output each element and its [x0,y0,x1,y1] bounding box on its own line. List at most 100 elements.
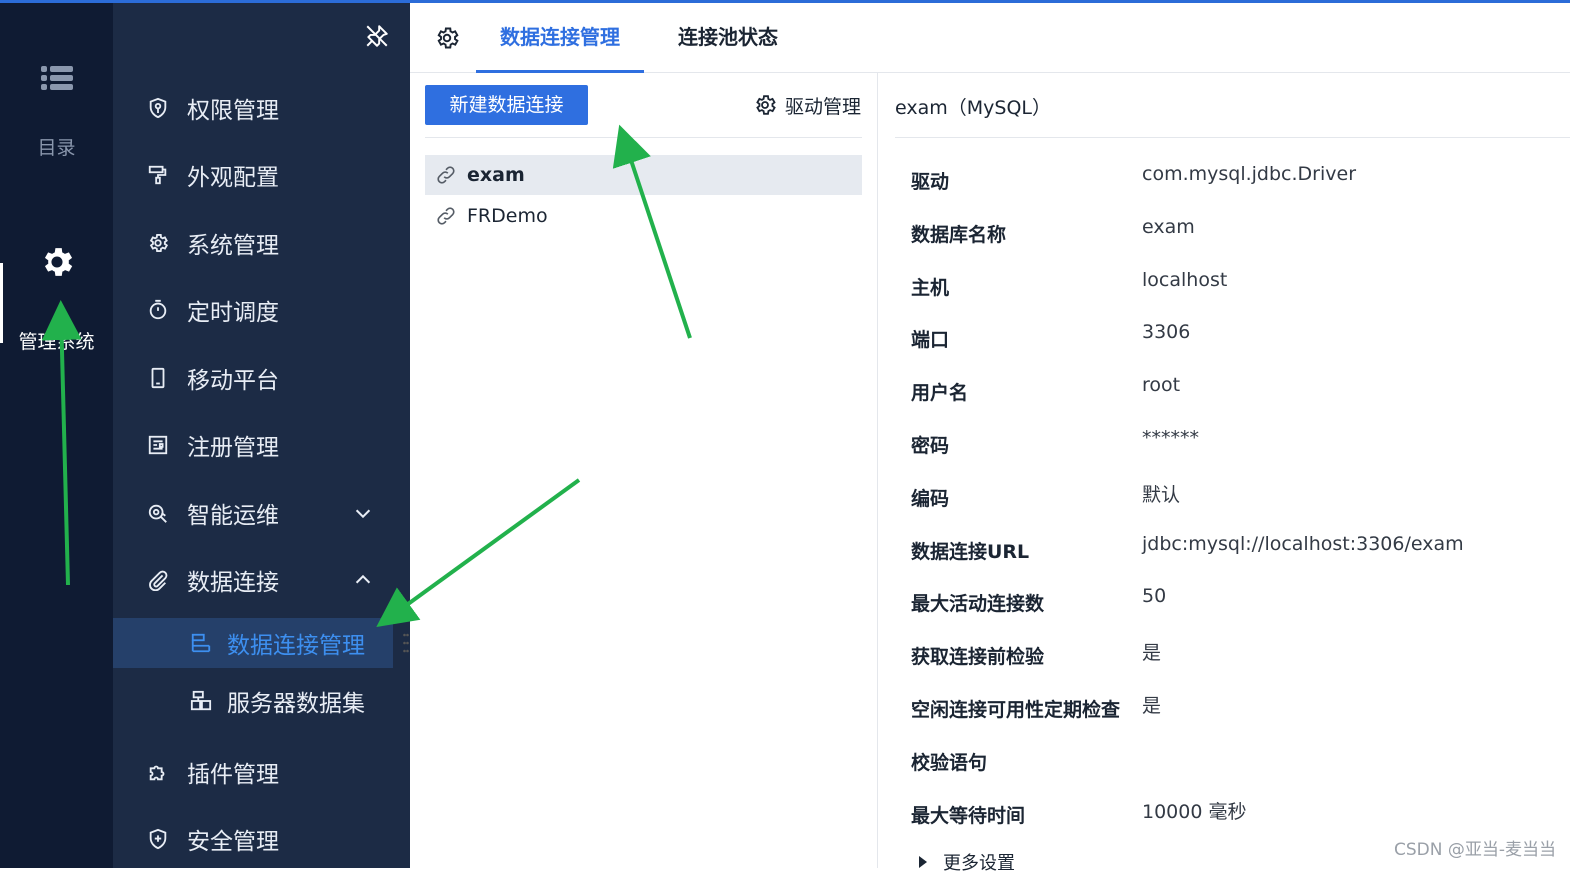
mobile-icon [145,365,171,391]
connection-item-exam[interactable]: exam [425,155,862,195]
field-label: 编码 [911,484,949,511]
field-label: 主机 [911,273,949,300]
field-label: 用户名 [911,378,968,405]
divider [895,137,1570,138]
field-url: 数据连接URLjdbc:mysql://localhost:3306/exam [911,537,1551,567]
connection-item-frdemo[interactable]: FRDemo [425,196,862,236]
field-username: 用户名root [911,378,1551,408]
sidebar-item-appearance[interactable]: 外观配置 [113,150,410,200]
sidebar-item-security[interactable]: 安全管理 [113,814,410,864]
rail-item-management[interactable]: 管理系统 [0,243,113,354]
puzzle-icon [145,759,171,785]
field-label: 空闲连接可用性定期检查 [911,695,1120,722]
gear-icon[interactable] [434,25,460,51]
rail-item-label: 管理系统 [0,327,113,354]
gear-icon [145,230,171,256]
sidebar-menu: 权限管理 外观配置 系统管理 定时调度 移动平台 注册管理 智能 [113,3,410,868]
gear-icon [38,243,76,281]
field-value: 10000 毫秒 [1142,797,1246,824]
field-label: 驱动 [911,167,949,194]
field-max-active: 最大活动连接数50 [911,589,1551,619]
field-value: ****** [1142,427,1199,449]
shield-plus-icon [145,826,171,852]
caret-right-icon [919,856,927,868]
register-icon [145,432,171,458]
sidebar-item-label: 系统管理 [187,226,279,260]
stopwatch-icon [145,297,171,323]
field-label: 校验语句 [911,748,987,775]
chevron-down-icon[interactable] [352,502,374,524]
connection-name: exam [467,164,525,186]
shield-key-icon [145,95,171,121]
divider [425,137,862,138]
sidebar-item-label: 定时调度 [187,293,279,327]
database-list-icon [189,631,213,655]
chevron-up-icon[interactable] [352,569,374,591]
field-value: exam [1142,216,1195,238]
sidebar-item-schedule[interactable]: 定时调度 [113,285,410,335]
rail-item-directory[interactable]: 目录 [0,63,113,160]
more-settings-toggle[interactable]: 更多设置 [919,849,1015,875]
field-value: com.mysql.jdbc.Driver [1142,163,1356,185]
connection-list-panel: 新建数据连接 驱动管理 exam FRDemo [410,73,878,868]
field-label: 密码 [911,431,949,458]
sidebar-subitem-label: 数据连接管理 [227,626,365,660]
sidebar-item-label: 数据连接 [187,563,279,597]
field-value: root [1142,374,1180,396]
sidebar-item-system[interactable]: 系统管理 [113,218,410,268]
sidebar-item-ops[interactable]: 智能运维 [113,488,410,538]
field-max-wait: 最大等待时间10000 毫秒 [911,801,1551,831]
paint-roller-icon [145,162,171,188]
list-icon [39,63,75,93]
sidebar-item-label: 插件管理 [187,755,279,789]
tab-data-connection-management[interactable]: 数据连接管理 [476,3,644,73]
sidebar-item-data-connection[interactable]: 数据连接 [113,555,410,605]
sidebar-item-label: 智能运维 [187,496,279,530]
field-test-while-idle: 空闲连接可用性定期检查是 [911,695,1551,725]
field-label: 数据连接URL [911,537,1029,564]
more-settings-label: 更多设置 [943,849,1015,875]
sidebar-item-mobile[interactable]: 移动平台 [113,353,410,403]
watermark: CSDN @亚当-麦当当 [1394,835,1556,860]
field-host: 主机localhost [911,273,1551,303]
field-label: 数据库名称 [911,220,1006,247]
sidebar-subitem-data-connection-management[interactable]: 数据连接管理 [113,618,393,668]
field-database-name: 数据库名称exam [911,220,1551,250]
server-dataset-icon [189,689,213,713]
driver-management-label: 驱动管理 [785,92,861,119]
field-value: 是 [1142,691,1161,718]
sidebar-item-plugins[interactable]: 插件管理 [113,747,410,797]
gear-icon [753,93,777,117]
field-label: 获取连接前检验 [911,642,1044,669]
sidebar-item-permission[interactable]: 权限管理 [113,83,410,133]
sidebar-item-register[interactable]: 注册管理 [113,420,410,470]
detail-title: exam（MySQL） [895,93,1051,120]
field-label: 最大活动连接数 [911,589,1044,616]
tab-connection-pool-status[interactable]: 连接池状态 [660,3,796,73]
sidebar-subitem-server-dataset[interactable]: 服务器数据集 [113,676,393,726]
field-encoding: 编码默认 [911,484,1551,514]
field-driver: 驱动com.mysql.jdbc.Driver [911,167,1551,197]
sidebar-subitem-label: 服务器数据集 [227,684,365,718]
link-icon [435,164,457,186]
field-value: 50 [1142,585,1166,607]
sidebar-item-label: 安全管理 [187,822,279,856]
field-value: localhost [1142,269,1227,291]
link-icon [435,205,457,227]
sidebar-item-label: 外观配置 [187,158,279,192]
rail-item-label: 目录 [0,133,113,160]
left-rail: 目录 管理系统 [0,3,113,868]
ops-icon [145,500,171,526]
field-test-on-borrow: 获取连接前检验是 [911,642,1551,672]
unpin-icon[interactable] [364,23,390,49]
new-connection-button[interactable]: 新建数据连接 [425,85,588,125]
driver-management-button[interactable]: 驱动管理 [753,92,861,118]
sidebar-item-label: 权限管理 [187,91,279,125]
field-label: 最大等待时间 [911,801,1025,828]
field-validation-query: 校验语句 [911,748,1551,778]
sidebar-item-label: 移动平台 [187,361,279,395]
field-password: 密码****** [911,431,1551,461]
field-value: 3306 [1142,321,1190,343]
field-value: 是 [1142,638,1161,665]
resize-handle[interactable] [403,632,409,654]
